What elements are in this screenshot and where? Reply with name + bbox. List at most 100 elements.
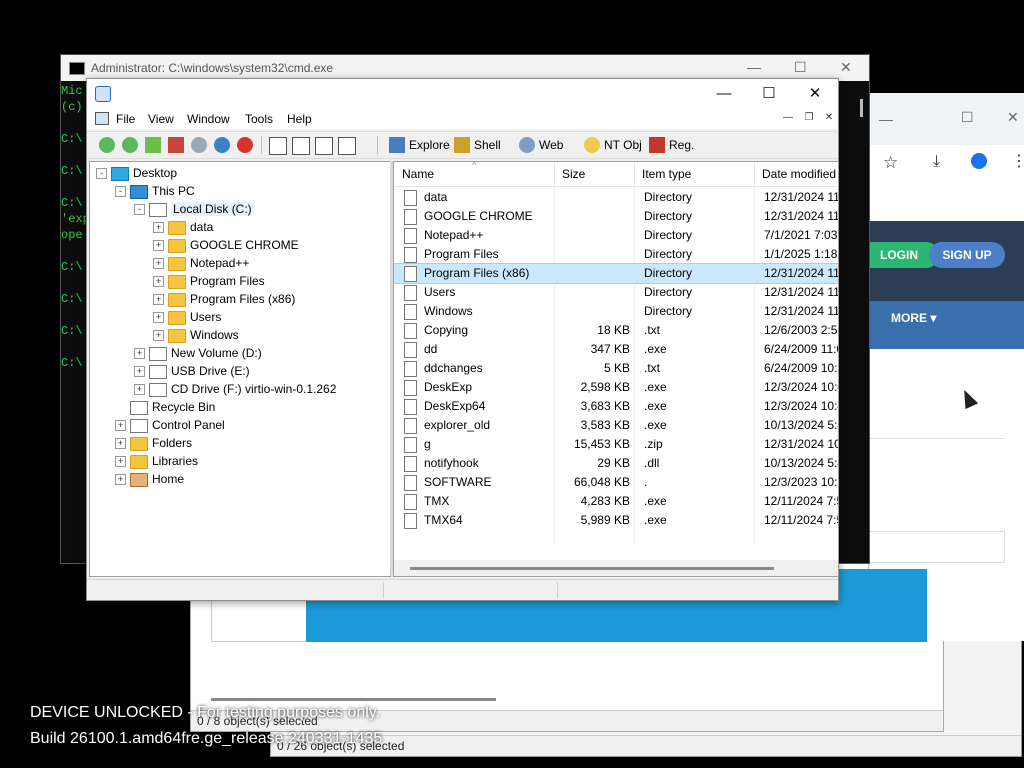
explore-button[interactable]: Explore (409, 138, 450, 152)
expand-icon[interactable]: + (153, 330, 164, 342)
file-row[interactable]: data Directory 12/31/2024 11:4 (394, 188, 838, 207)
search-icon[interactable] (191, 137, 207, 153)
expand-icon[interactable]: + (153, 258, 164, 270)
file-row[interactable]: ddchanges 5 KB .txt 6/24/2009 10:5 (394, 359, 838, 378)
minimize-icon[interactable]: — (747, 59, 761, 75)
menu-window[interactable]: Window (187, 112, 230, 126)
menu-tools[interactable]: Tools (245, 112, 273, 126)
tree-item[interactable]: + Notepad++ (153, 254, 249, 272)
close-icon[interactable]: ✕ (840, 59, 852, 76)
expand-icon[interactable]: + (115, 438, 126, 450)
collapse-icon[interactable]: - (115, 186, 126, 198)
file-row[interactable]: TMX64 5,989 KB .exe 12/11/2024 7:5 (394, 511, 838, 530)
expand-icon[interactable]: + (134, 348, 145, 360)
close-icon[interactable]: ✕ (799, 83, 831, 105)
mdi-minimize-icon[interactable]: — (780, 112, 796, 126)
column-size[interactable]: Size (562, 167, 585, 181)
forward-arrow-icon[interactable] (122, 137, 138, 153)
maximize-icon[interactable]: ☐ (794, 59, 807, 76)
home-icon[interactable] (168, 137, 184, 153)
scrollbar-thumb[interactable] (410, 567, 774, 570)
browser-window[interactable]: — ☐ ✕ ☆ ⤓ ⋮ LOGIN SIGN UP MORE ▾ (859, 93, 1024, 641)
menu-help[interactable]: Help (287, 112, 312, 126)
maximize-icon[interactable]: ☐ (753, 83, 785, 105)
column-name[interactable]: Name (402, 167, 434, 181)
tree-item[interactable]: + Home (115, 470, 184, 488)
file-row[interactable]: dd 347 KB .exe 6/24/2009 11:0 (394, 340, 838, 359)
shell-button[interactable]: Shell (474, 138, 501, 152)
view-small-icon[interactable] (292, 137, 310, 155)
file-row[interactable]: Copying 18 KB .txt 12/6/2003 2:50 (394, 321, 838, 340)
profile-avatar-icon[interactable] (971, 153, 987, 169)
tree-item[interactable]: + Libraries (115, 452, 198, 470)
file-row[interactable]: GOOGLE CHROME Directory 12/31/2024 11:4 (394, 207, 838, 226)
refresh-icon[interactable] (214, 137, 230, 153)
maximize-icon[interactable]: ☐ (961, 109, 974, 126)
tree-item[interactable]: + Windows (153, 326, 239, 344)
file-row[interactable]: SOFTWARE 66,048 KB. 12/3/2023 10:3 (394, 473, 838, 492)
document-icon[interactable] (95, 112, 109, 125)
mdi-restore-icon[interactable]: ❐ (801, 112, 817, 126)
file-list[interactable]: Name ^ Size Item type Date modified data… (393, 161, 839, 577)
file-row[interactable]: explorer_old 3,583 KB .exe 10/13/2024 5:4 (394, 416, 838, 435)
expand-icon[interactable]: + (115, 420, 126, 432)
bookmark-star-icon[interactable]: ☆ (883, 153, 898, 173)
expand-icon[interactable]: + (153, 222, 164, 234)
tree-item[interactable]: - Desktop (96, 164, 177, 182)
ntobj-icon[interactable] (584, 137, 600, 153)
tree-item[interactable]: + Program Files (x86) (153, 290, 295, 308)
file-row[interactable]: notifyhook 29 KB .dll 10/13/2024 5:4 (394, 454, 838, 473)
collapse-icon[interactable]: - (96, 168, 107, 180)
more-menu-button[interactable]: MORE ▾ (891, 311, 936, 325)
file-row[interactable]: DeskExp 2,598 KB .exe 12/3/2024 10:4 (394, 378, 838, 397)
tree-item[interactable]: + Program Files (153, 272, 265, 290)
expand-icon[interactable]: + (153, 240, 164, 252)
tree-item[interactable]: + Folders (115, 434, 192, 452)
file-row[interactable]: g 15,453 KB .zip 12/31/2024 10:5 (394, 435, 838, 454)
explorer-titlebar[interactable]: — ☐ ✕ (87, 79, 838, 109)
tree-item[interactable]: - This PC (115, 182, 195, 200)
page-input-box[interactable] (869, 531, 1005, 563)
expand-icon[interactable]: + (153, 312, 164, 324)
registry-button[interactable]: Reg. (669, 138, 694, 152)
expand-icon[interactable]: + (134, 384, 145, 396)
collapse-icon[interactable]: - (134, 204, 145, 216)
back-arrow-icon[interactable] (99, 137, 115, 153)
tree-item[interactable]: Recycle Bin (115, 398, 215, 416)
shell-icon[interactable] (454, 137, 470, 153)
file-row[interactable]: Windows Directory 12/31/2024 11:4 (394, 302, 838, 321)
view-list-icon[interactable] (315, 137, 333, 155)
explorer-window[interactable]: — ☐ ✕ File View Window Tools Help — ❐ ✕ … (86, 78, 839, 601)
expand-icon[interactable]: + (134, 366, 145, 378)
expand-icon[interactable]: + (115, 474, 126, 486)
up-folder-icon[interactable] (145, 137, 161, 153)
folder-tree[interactable]: - Desktop - This PC - Local Disk (C:) + data + GO… (89, 161, 391, 577)
tree-item[interactable]: + USB Drive (E:) (134, 362, 250, 380)
stop-icon[interactable] (237, 137, 253, 153)
download-icon[interactable]: ⤓ (933, 153, 940, 171)
mdi-close-icon[interactable]: ✕ (821, 112, 837, 126)
tree-item[interactable]: + CD Drive (F:) virtio-win-0.1.262 (134, 380, 336, 398)
login-button[interactable]: LOGIN (859, 242, 939, 268)
web-button[interactable]: Web (539, 138, 563, 152)
close-icon[interactable]: ✕ (1007, 109, 1019, 126)
tree-item[interactable]: + Users (153, 308, 221, 326)
expand-icon[interactable]: + (153, 294, 164, 306)
explore-icon[interactable] (389, 137, 405, 153)
file-row[interactable]: DeskExp64 3,683 KB .exe 12/3/2024 10:4 (394, 397, 838, 416)
registry-icon[interactable] (649, 137, 665, 153)
tree-item[interactable]: + Control Panel (115, 416, 225, 434)
web-icon[interactable] (519, 137, 535, 153)
column-item-type[interactable]: Item type (642, 167, 691, 181)
minimize-icon[interactable]: — (879, 111, 893, 127)
view-details-icon[interactable] (338, 137, 356, 155)
view-large-icon[interactable] (269, 137, 287, 155)
menu-view[interactable]: View (148, 112, 174, 126)
tree-item[interactable]: + data (153, 218, 213, 236)
ntobj-button[interactable]: NT Obj (604, 138, 642, 152)
horizontal-scrollbar[interactable] (394, 560, 838, 576)
expand-icon[interactable]: + (153, 276, 164, 288)
tree-item[interactable]: + GOOGLE CHROME (153, 236, 299, 254)
expand-icon[interactable]: + (115, 456, 126, 468)
tree-item[interactable]: + New Volume (D:) (134, 344, 262, 362)
